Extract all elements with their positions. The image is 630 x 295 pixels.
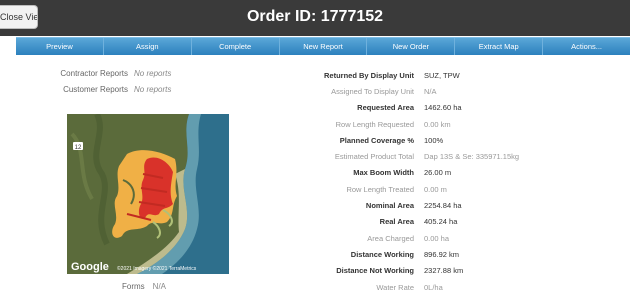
detail-label: Water Rate: [376, 282, 414, 292]
forms-row: Forms N/A: [122, 282, 166, 291]
extract-map-button[interactable]: Extract Map: [455, 38, 544, 55]
detail-row: Real Area 405.24 ha: [240, 214, 630, 230]
detail-row: Distance Working 896.92 km: [240, 246, 630, 262]
detail-label: Returned By Display Unit: [323, 70, 414, 80]
detail-row: Returned By Display Unit SUZ, TPW: [240, 67, 630, 83]
detail-value: 26.00 m: [424, 168, 452, 178]
road-marker: 12: [75, 145, 82, 151]
detail-label: Assigned To Display Unit: [331, 86, 414, 96]
contractor-reports-label: Contractor Reports: [60, 69, 128, 78]
contractor-reports-value: No reports: [134, 69, 172, 78]
field-map[interactable]: 12 Google ©2021 Imagery ©2021 TerraMetri…: [67, 114, 229, 274]
detail-value: 1462.60 ha: [424, 103, 462, 113]
detail-value: Dap 13S & Se: 335971.15kg: [424, 152, 520, 162]
detail-value: 0.00 m: [424, 184, 447, 194]
detail-row: Row Length Treated 0.00 m: [240, 181, 630, 197]
detail-row: Row Length Requested 0.00 km: [240, 116, 630, 132]
detail-label: Estimated Product Total: [334, 152, 414, 162]
detail-row: Max Boom Width 26.00 m: [240, 165, 630, 181]
detail-label: Distance Working: [350, 249, 414, 259]
forms-value: N/A: [152, 282, 167, 291]
assign-button[interactable]: Assign: [104, 38, 192, 55]
detail-label: Nominal Area: [365, 201, 414, 211]
detail-value: 0.00 ha: [424, 233, 450, 243]
detail-row: Area Charged 0.00 ha: [240, 230, 630, 246]
preview-button[interactable]: Preview: [16, 38, 104, 55]
close-view-button[interactable]: Close View: [0, 5, 38, 29]
detail-row: Requested Area 1462.60 ha: [240, 100, 630, 116]
detail-value: 405.24 ha: [424, 217, 458, 227]
map-attribution: ©2021 Imagery ©2021 TerraMetrics: [117, 265, 197, 272]
page-title: Order ID: 1777152: [246, 8, 384, 25]
detail-row: Planned Coverage % 100%: [240, 132, 630, 148]
detail-value: SUZ, TPW: [424, 70, 460, 80]
detail-label: Area Charged: [367, 233, 414, 243]
detail-value: 0L/ha: [424, 282, 443, 292]
detail-label: Real Area: [379, 217, 414, 227]
detail-label: Distance Not Working: [336, 266, 414, 276]
new-report-button[interactable]: New Report: [280, 38, 368, 55]
actions-button[interactable]: Actions...: [543, 38, 630, 55]
detail-value: 896.92 km: [424, 249, 460, 259]
detail-label: Planned Coverage %: [339, 135, 414, 145]
detail-value: 0.00 km: [424, 119, 451, 129]
customer-reports-row: Customer Reports No reports: [8, 85, 171, 94]
action-toolbar: Preview Assign Complete New Report New O…: [16, 37, 630, 55]
detail-row: Distance Not Working 2327.88 km: [240, 263, 630, 279]
detail-row: Estimated Product Total Dap 13S & Se: 335…: [240, 148, 630, 164]
detail-value: 2327.88 km: [424, 266, 464, 276]
detail-value: 100%: [424, 135, 444, 145]
detail-row: Nominal Area 2254.84 ha: [240, 197, 630, 213]
detail-value: N/A: [424, 86, 437, 96]
detail-label: Max Boom Width: [353, 168, 414, 178]
detail-label: Row Length Treated: [346, 184, 414, 194]
new-order-button[interactable]: New Order: [367, 38, 456, 55]
google-logo: Google: [71, 261, 109, 273]
customer-reports-value: No reports: [134, 85, 172, 94]
contractor-reports-row: Contractor Reports No reports: [8, 69, 171, 78]
customer-reports-label: Customer Reports: [63, 85, 128, 94]
detail-value: 2254.84 ha: [424, 201, 462, 211]
detail-label: Requested Area: [357, 103, 414, 113]
detail-row: Assigned To Display Unit N/A: [240, 83, 630, 99]
order-details: Returned By Display Unit SUZ, TPW Assigned…: [240, 67, 630, 295]
complete-button[interactable]: Complete: [192, 38, 280, 55]
forms-label: Forms: [122, 282, 145, 291]
header-bar: Order ID: 1777152: [0, 0, 630, 36]
detail-label: Row Length Requested: [335, 119, 414, 129]
